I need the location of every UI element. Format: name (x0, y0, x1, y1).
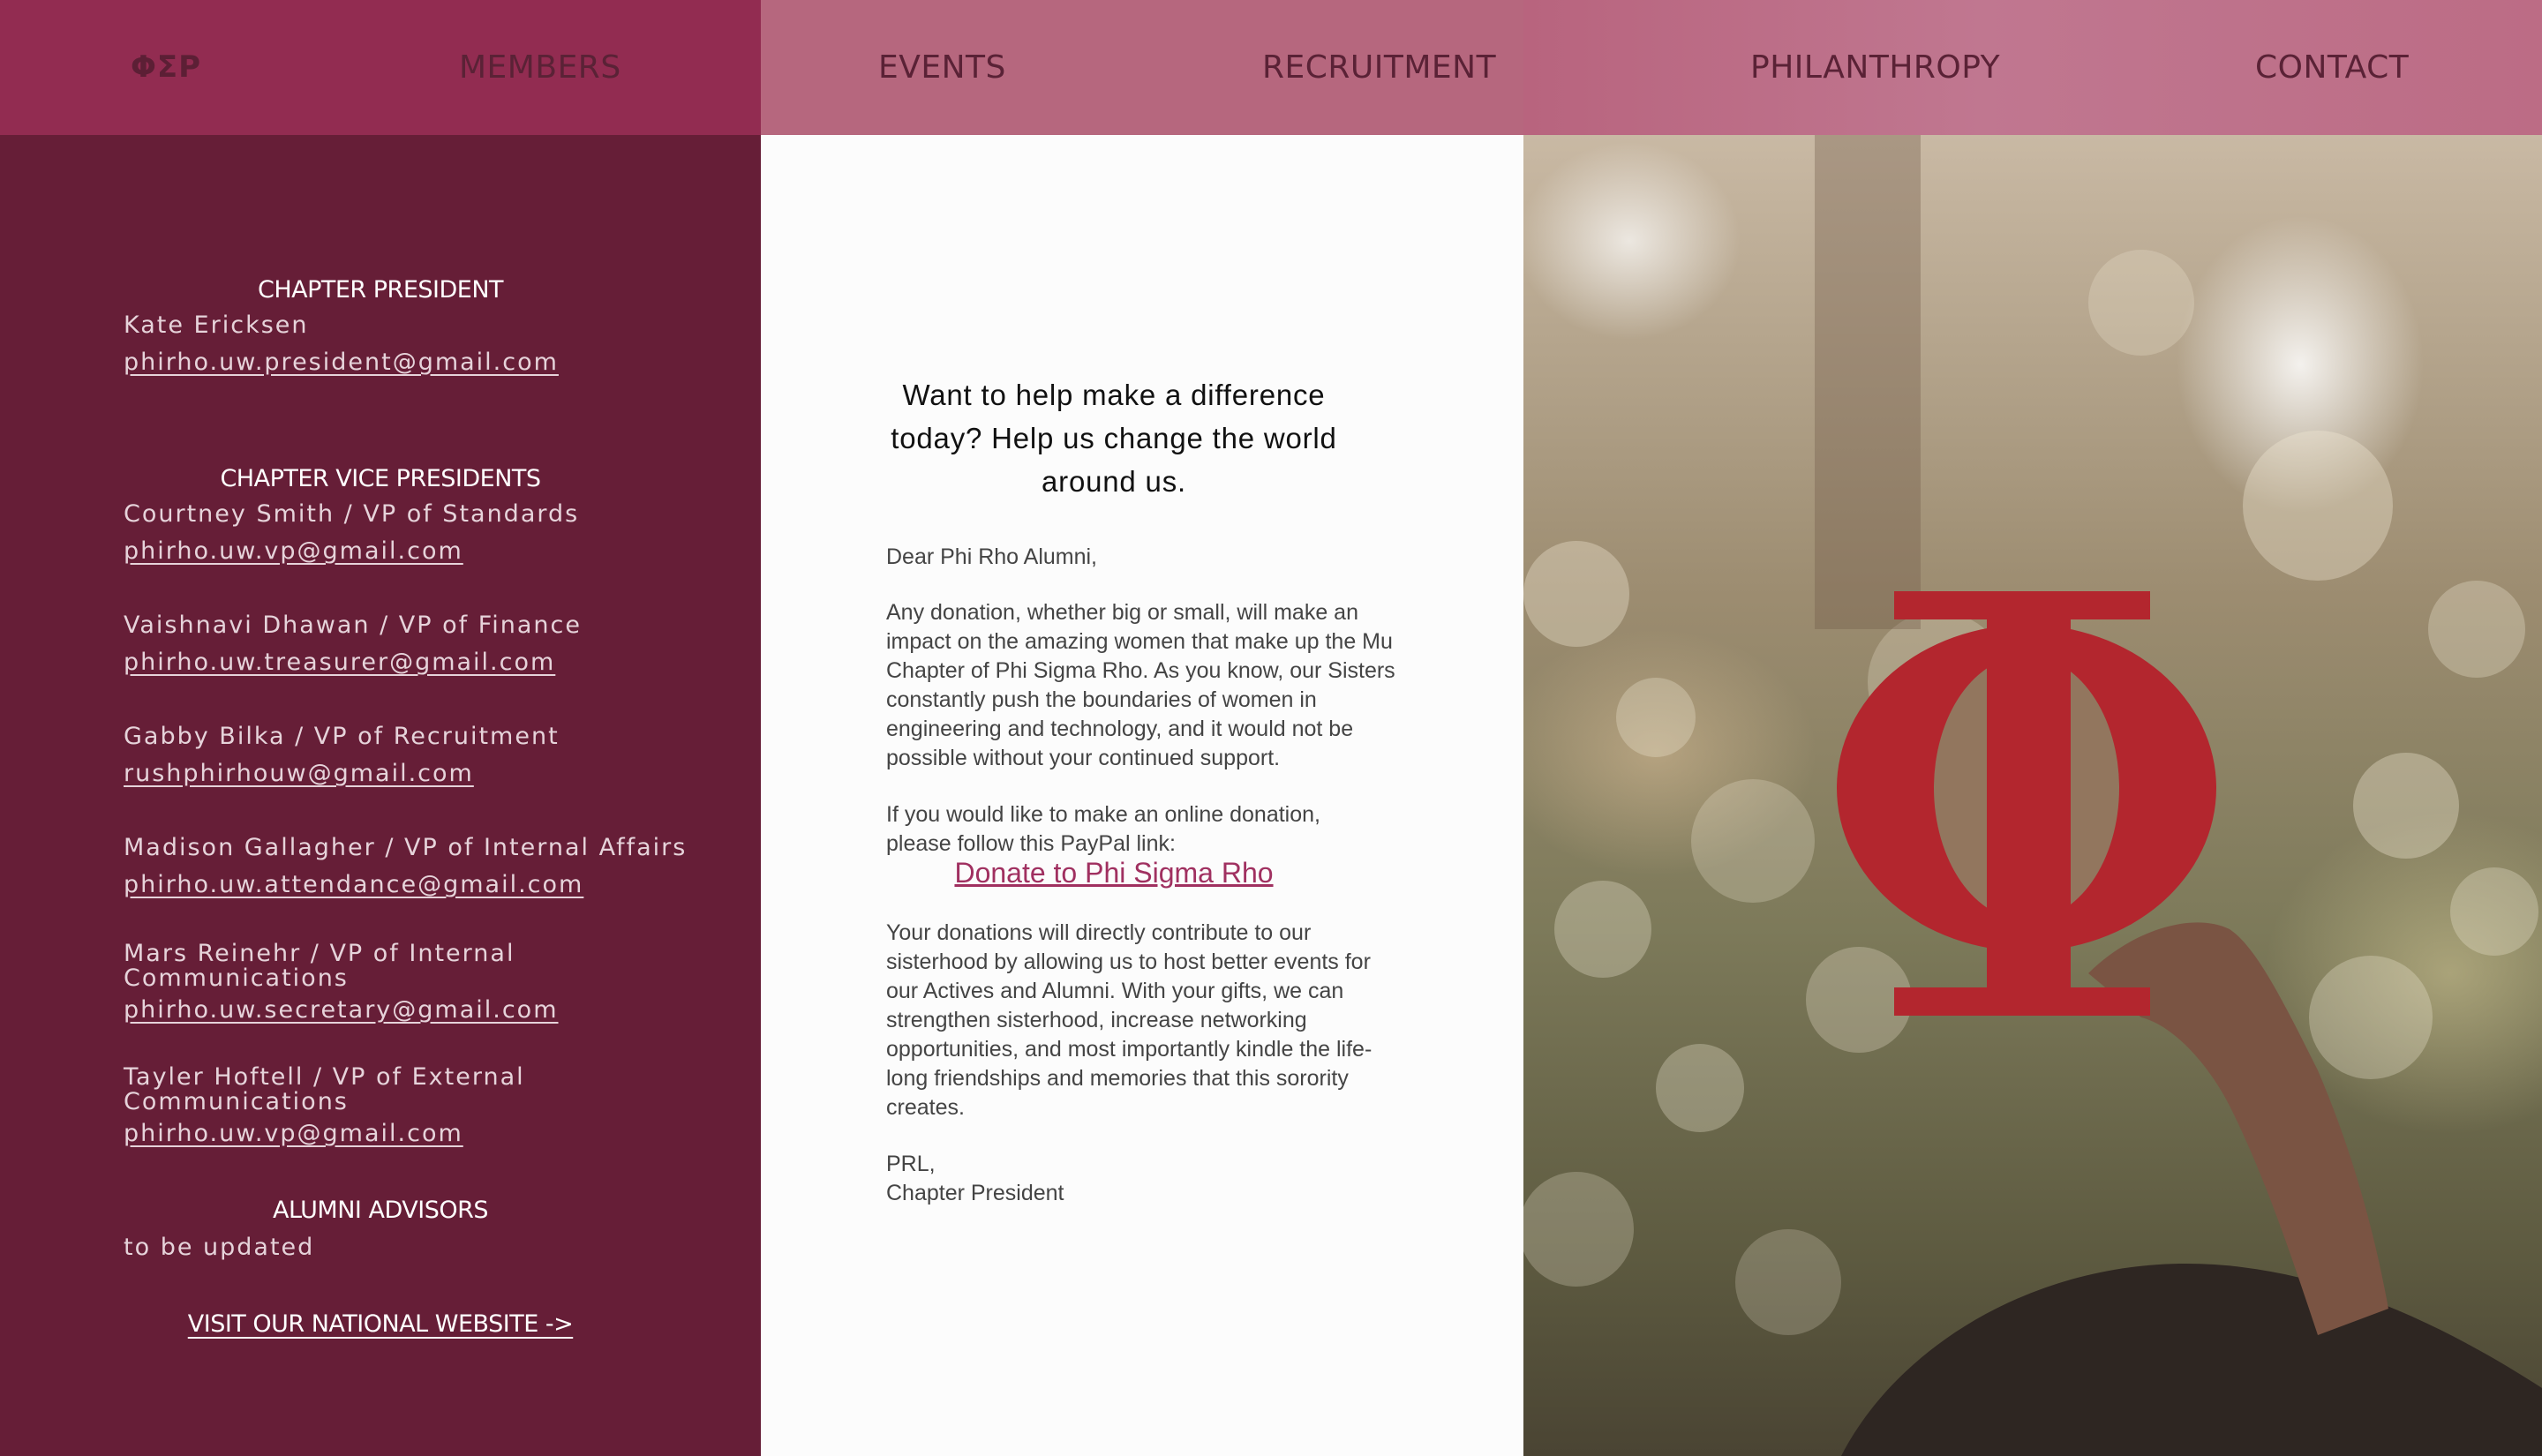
donate-paypal-link[interactable]: Donate to Phi Sigma Rho (884, 857, 1343, 889)
hero-photo (1523, 135, 2542, 1456)
officer-name: Courtney Smith / VP of Standards (124, 500, 580, 528)
letter-paragraph-1: Any donation, whether big or small, will… (886, 600, 1395, 770)
nav-item-recruitment[interactable]: RECRUITMENT (1262, 0, 1496, 135)
officer-email-link[interactable]: phirho.uw.president@gmail.com (124, 349, 559, 376)
officers-panel: CHAPTER PRESIDENT Kate Ericksen phirho.u… (0, 135, 761, 1456)
officer-email-link[interactable]: phirho.uw.treasurer@gmail.com (124, 649, 555, 676)
site-logo[interactable]: ΦΣΡ (131, 0, 201, 135)
officer-vp-standards: Courtney Smith / VP of Standards phirho.… (124, 500, 688, 566)
top-navigation: ΦΣΡ MEMBERS EVENTS RECRUITMENT PHILANTHR… (0, 0, 2542, 135)
officer-name: Vaishnavi Dhawan / VP of Finance (124, 612, 583, 639)
nav-item-contact[interactable]: CONTACT (2255, 0, 2409, 135)
officer-vp-internal-affairs: Madison Gallagher / VP of Internal Affai… (124, 834, 688, 899)
officer-email-link[interactable]: phirho.uw.vp@gmail.com (124, 537, 463, 565)
officer-name: Kate Ericksen (124, 311, 309, 339)
letter-paragraph-2: If you would like to make an online dona… (886, 802, 1320, 856)
letter-signoff: PRL, (886, 1152, 936, 1176)
officer-email-link[interactable]: phirho.uw.vp@gmail.com (124, 1120, 463, 1147)
letter-paragraph-3: Your donations will directly contribute … (886, 920, 1373, 1120)
officer-email-link[interactable]: phirho.uw.attendance@gmail.com (124, 871, 583, 898)
tree-trunk (1815, 135, 1921, 629)
nav-item-events[interactable]: EVENTS (878, 0, 1006, 135)
nav-segment-left (0, 0, 761, 135)
phi-photo-illustration (1523, 135, 2542, 1456)
alumni-advisors-heading: ALUMNI ADVISORS (273, 1197, 488, 1224)
officer-vp-internal-communications: Mars Reinehr / VP of Internal Communicat… (124, 940, 557, 1024)
vp-heading: CHAPTER VICE PRESIDENTS (220, 465, 541, 492)
alumni-advisors-text: to be updated (124, 1234, 315, 1261)
officer-vp-finance: Vaishnavi Dhawan / VP of Finance phirho.… (124, 612, 688, 677)
donation-panel: Want to help make a difference today? He… (761, 135, 1523, 1456)
letter-signature: Chapter President (886, 1181, 1064, 1205)
officer-email-link[interactable]: phirho.uw.secretary@gmail.com (124, 996, 559, 1024)
nav-item-philanthropy[interactable]: PHILANTHROPY (1750, 0, 2000, 135)
officer-name: Mars Reinehr / VP of Internal Communicat… (124, 940, 515, 992)
officer-vp-external-communications: Tayler Hoftell / VP of External Communic… (124, 1063, 538, 1148)
letter-greeting: Dear Phi Rho Alumni, (886, 544, 1098, 569)
officer-email-link[interactable]: rushphirhouw@gmail.com (124, 760, 474, 787)
nav-item-members[interactable]: MEMBERS (459, 0, 621, 135)
officer-name: Gabby Bilka / VP of Recruitment (124, 723, 560, 750)
officer-name: Tayler Hoftell / VP of External Communic… (124, 1063, 525, 1115)
donation-headline: Want to help make a difference today? He… (891, 379, 1337, 498)
national-website-link[interactable]: VISIT OUR NATIONAL WEBSITE -> (0, 1310, 761, 1338)
president-heading: CHAPTER PRESIDENT (257, 276, 504, 304)
hair (1841, 1264, 2542, 1456)
officer-vp-recruitment: Gabby Bilka / VP of Recruitment rushphir… (124, 723, 688, 788)
officer-name: Madison Gallagher / VP of Internal Affai… (124, 834, 688, 861)
officer-president: Kate Ericksen phirho.uw.president@gmail.… (124, 311, 688, 377)
